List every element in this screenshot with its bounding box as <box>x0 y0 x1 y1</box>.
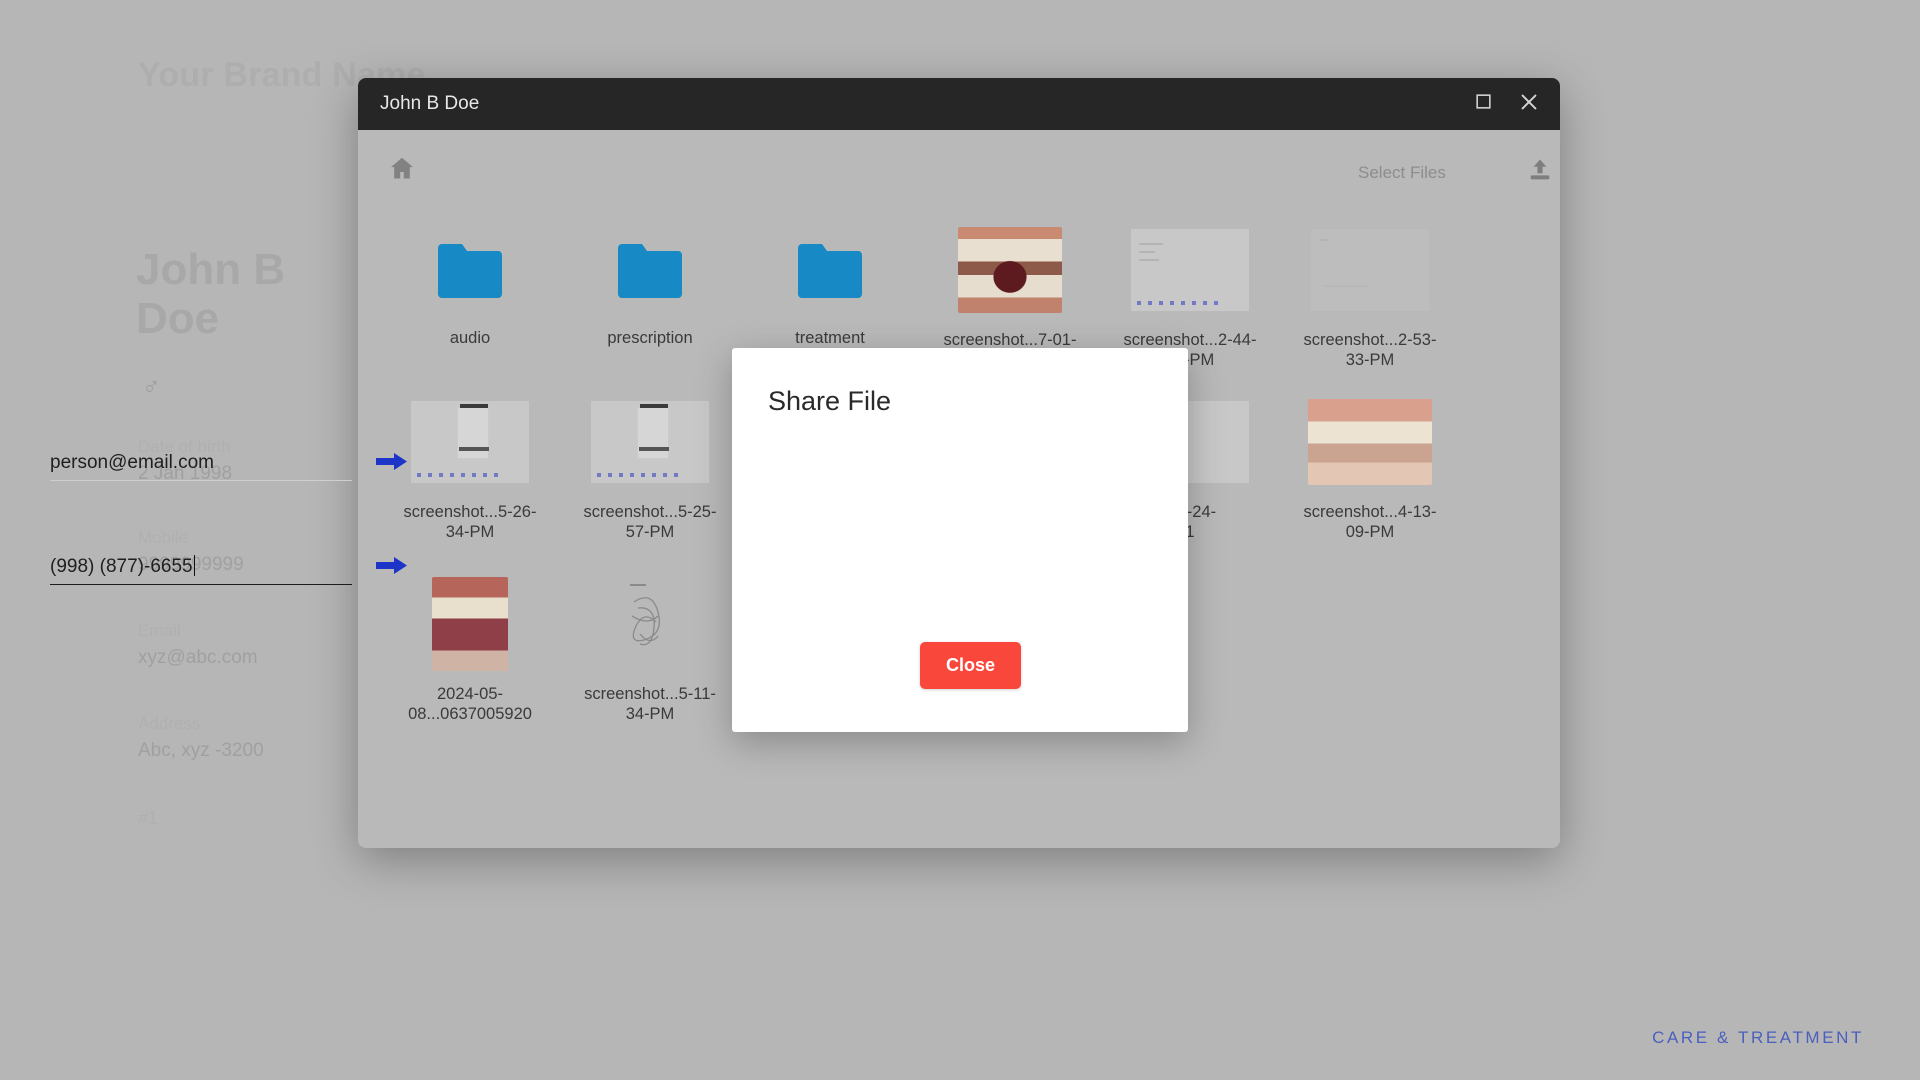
folder-icon <box>434 242 506 305</box>
grid-item-sketch[interactable]: screenshot...5-11- 34-PM <box>562 576 738 724</box>
document-thumbnail <box>591 401 709 483</box>
grid-item-folder-prescription[interactable]: prescription <box>562 230 738 348</box>
window-title: John B Doe <box>380 93 480 114</box>
thumbnail <box>947 222 1073 318</box>
window-titlebar: John B Doe <box>358 78 1560 130</box>
item-label: treatment <box>795 329 865 347</box>
gender-male-icon: ♂ <box>142 373 161 401</box>
send-email-button[interactable] <box>374 452 408 480</box>
footer-tagline: CARE & TREATMENT <box>1652 1028 1864 1047</box>
thumbnail <box>587 230 713 316</box>
item-label-line2: 09-PM <box>1345 523 1395 542</box>
info-address: Address Abc, xyz -3200 <box>138 711 264 764</box>
document-thumbnail <box>411 401 529 483</box>
grid-item-photo-2[interactable]: screenshot...4-13- 09-PM <box>1282 394 1458 542</box>
document-thumbnail <box>1131 229 1249 311</box>
folder-icon <box>614 242 686 305</box>
grid-item-doc-2[interactable]: screenshot...2-53- 33-PM <box>1282 222 1458 370</box>
dialog-title: Share File <box>768 386 892 416</box>
info-record-number: #1 <box>138 805 158 832</box>
thumbnail <box>407 576 533 672</box>
grid-item-folder-audio[interactable]: audio <box>382 230 558 348</box>
app-root: Your Brand Name John B Doe ♂ Date of bir… <box>0 0 1920 1080</box>
maximize-icon <box>1474 92 1493 116</box>
info-label: Email <box>138 621 181 640</box>
item-label: screenshot...5-26- <box>403 503 537 521</box>
item-label: 2024-05- <box>436 685 504 703</box>
thumbnail <box>587 576 713 672</box>
close-icon <box>1518 91 1540 118</box>
home-icon <box>388 157 416 186</box>
grid-item-folder-treatment[interactable]: treatment <box>742 230 918 348</box>
share-phone-row: (998) (877)-6655 <box>50 555 422 585</box>
close-window-button[interactable] <box>1506 84 1552 124</box>
home-button[interactable] <box>388 154 416 187</box>
thumbnail <box>407 394 533 490</box>
item-label: screenshot...5-11- <box>584 685 716 703</box>
item-label-line2: 57-PM <box>625 523 675 542</box>
thumbnail <box>1127 222 1253 318</box>
thumbnail <box>407 230 533 316</box>
send-sms-button[interactable] <box>374 556 408 584</box>
item-label-line2: 33-PM <box>1345 351 1395 370</box>
select-files-label[interactable]: Select Files <box>1358 163 1446 183</box>
info-value: xyz@abc.com <box>138 646 258 668</box>
item-label: screenshot...4-13- <box>1303 503 1437 521</box>
info-label: Mobile <box>138 528 189 547</box>
send-icon <box>374 557 408 587</box>
grid-item-doc-4[interactable]: screenshot...5-25- 57-PM <box>562 394 738 542</box>
info-email: Email xyz@abc.com <box>138 618 258 671</box>
send-icon <box>374 453 408 483</box>
close-dialog-button[interactable]: Close <box>920 642 1022 689</box>
maximize-button[interactable] <box>1460 84 1506 124</box>
dental-photo-thumbnail <box>958 227 1062 313</box>
patient-name-heading: John B Doe <box>136 245 286 344</box>
dental-photo-thumbnail <box>432 577 508 671</box>
grid-item-photo-3[interactable]: 2024-05- 08...0637005920 <box>382 576 558 724</box>
file-manager-toolbar: Select Files <box>358 130 1560 208</box>
record-number-label: #1 <box>138 808 159 828</box>
info-label: Address <box>138 714 201 733</box>
share-email-input[interactable] <box>50 452 352 481</box>
share-email-row <box>50 452 422 481</box>
info-value: Abc, xyz -3200 <box>138 739 264 761</box>
share-phone-value: (998) (877)-6655 <box>50 556 193 577</box>
document-thumbnail <box>1311 229 1429 311</box>
dental-photo-thumbnail <box>1308 399 1432 485</box>
share-phone-input-wrap[interactable]: (998) (877)-6655 <box>50 555 352 585</box>
item-label: prescription <box>607 329 693 347</box>
text-caret <box>193 555 196 576</box>
thumbnail <box>587 394 713 490</box>
item-label: screenshot...5-25- <box>583 503 717 521</box>
folder-icon <box>794 242 866 305</box>
item-label: screenshot...2-53- <box>1303 331 1437 349</box>
grid-item-photo-1[interactable]: screenshot...7-01- <box>922 222 1098 350</box>
thumbnail <box>1307 394 1433 490</box>
upload-button[interactable] <box>1526 156 1554 189</box>
item-label: audio <box>449 329 491 347</box>
item-label-line2: 34-PM <box>445 523 495 542</box>
bottom-toolbar: Rx <box>0 920 1920 1080</box>
item-label-line2: 34-PM <box>625 705 675 724</box>
thumbnail <box>767 230 893 316</box>
item-label-line2: 08...0637005920 <box>408 705 532 724</box>
upload-icon <box>1526 159 1554 188</box>
sketch-thumbnail <box>596 582 704 666</box>
thumbnail <box>1307 222 1433 318</box>
